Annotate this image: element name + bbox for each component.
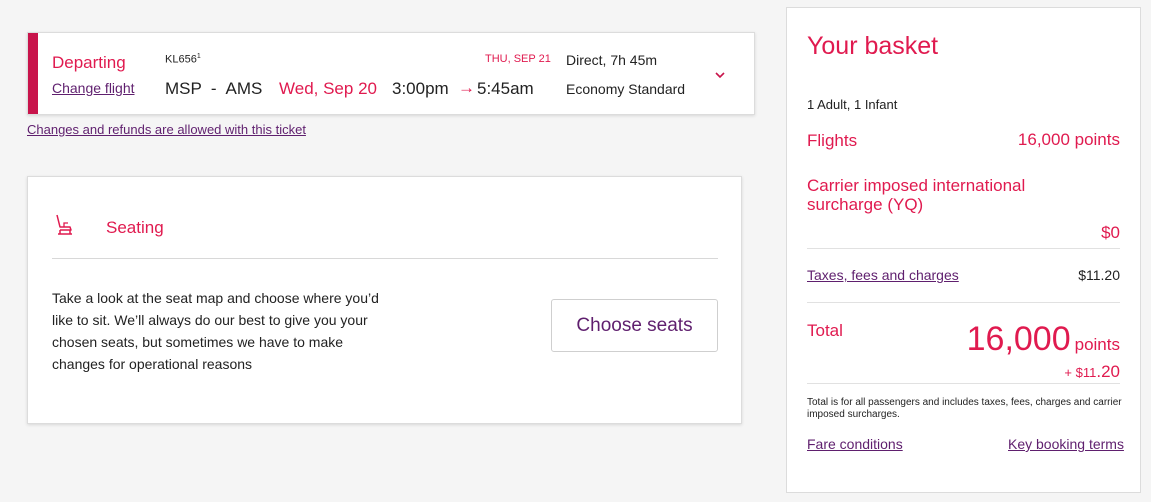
surcharge-value: $0 [1101, 223, 1120, 242]
seat-icon [56, 214, 72, 235]
flight-number-text: KL656 [165, 53, 197, 66]
departure-time: 3:00pm [392, 79, 449, 98]
destination-airport: AMS [225, 79, 263, 98]
route-separator: - [210, 79, 217, 98]
arrival-date: THU, SEP 21 [485, 53, 551, 65]
seating-card: Seating Take a look at the seat map and … [27, 176, 742, 424]
basket-divider [807, 383, 1120, 384]
basket-divider [807, 248, 1120, 249]
passenger-count: 1 Adult, 1 Infant [807, 97, 898, 112]
flight-number-footnote: 1 [196, 53, 201, 60]
arrival-time: 5:45am [477, 79, 534, 98]
flights-label: Flights [807, 131, 858, 150]
flight-summary-card: Departing Change flight KL6561 MSP - AMS W… [27, 32, 755, 115]
total-cash: + $11.20 [1064, 362, 1120, 382]
taxes-value: $11.20 [1078, 267, 1120, 283]
route: MSP - AMS [165, 79, 262, 99]
basket-title: Your basket [807, 32, 939, 60]
total-points-value: 16,000 [966, 320, 1071, 358]
seating-description: Take a look at the seat map and choose w… [52, 290, 379, 372]
flight-duration: Direct, 7h 45m [566, 52, 658, 68]
flight-card-accent-bar [28, 33, 38, 114]
flight-number: KL6561 [165, 53, 201, 66]
origin-airport: MSP [165, 79, 202, 98]
departure-date: Wed, Sep 20 [279, 79, 377, 98]
chevron-down-icon[interactable] [714, 69, 726, 81]
total-label: Total [807, 321, 843, 340]
seating-title: Seating [106, 218, 164, 237]
taxes-fees-link[interactable]: Taxes, fees and charges [807, 267, 959, 283]
flights-value: 16,000 points [1017, 130, 1120, 149]
cabin-class: Economy Standard [566, 81, 686, 97]
change-flight-link[interactable]: Change flight [52, 80, 135, 96]
total-note: Total is for all passengers and includes… [807, 397, 1122, 420]
total-points-unit: points [1074, 335, 1120, 354]
departing-label: Departing [52, 53, 126, 72]
total-points: 16,000 points [967, 320, 1120, 359]
total-cash-prefix: + $11 [1064, 365, 1097, 380]
fare-conditions-link[interactable]: Fare conditions [807, 436, 903, 452]
choose-seats-button[interactable]: Choose seats [551, 299, 718, 352]
basket-panel: Your basket 1 Adult, 1 Infant Flights 16… [786, 7, 1141, 493]
arrow-icon: → [458, 78, 475, 97]
surcharge-label: Carrier imposed international surcharge … [807, 176, 1026, 214]
refund-policy-link[interactable]: Changes and refunds are allowed with thi… [27, 122, 306, 137]
total-cash-suffix: .20 [1096, 362, 1120, 381]
basket-divider [807, 302, 1120, 303]
key-booking-terms-link[interactable]: Key booking terms [1008, 436, 1124, 452]
seating-divider [52, 258, 718, 259]
